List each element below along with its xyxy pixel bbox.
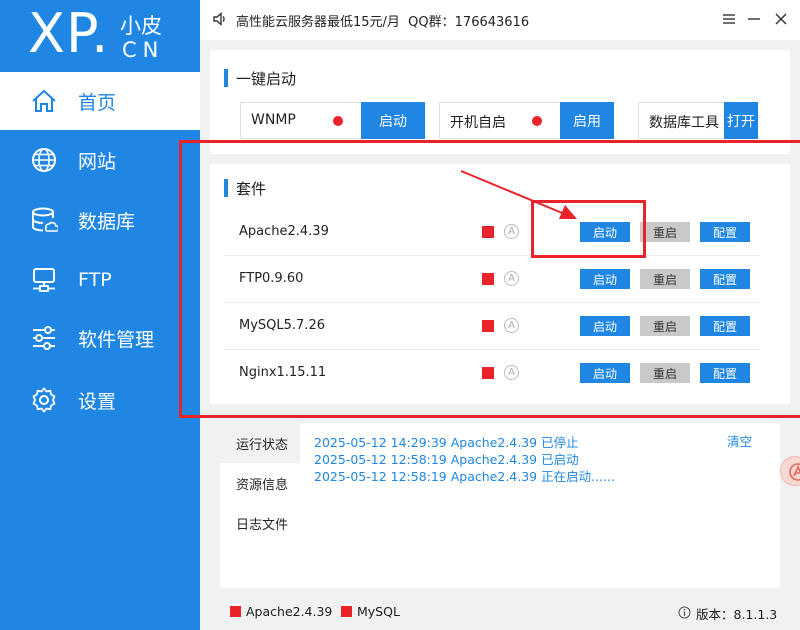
status-bar: Apache2.4.39 MySQL 版本：8.1.1.3 bbox=[200, 592, 800, 630]
sidebar-item-home[interactable]: 首页 bbox=[0, 72, 200, 130]
minimize-icon[interactable] bbox=[745, 10, 763, 28]
sidebar-item-label: 软件管理 bbox=[78, 328, 155, 351]
sidebar-item-database[interactable]: 数据库 bbox=[0, 191, 200, 249]
autostart-enable-button[interactable]: 启用 bbox=[560, 102, 614, 139]
status-dot bbox=[333, 116, 343, 126]
quickstart-label: 开机自启 bbox=[450, 115, 506, 131]
ftp-server-icon bbox=[30, 266, 58, 294]
annotation-arrow-icon bbox=[460, 170, 577, 219]
sidebar-item-label: 数据库 bbox=[78, 210, 136, 233]
speaker-icon bbox=[212, 11, 228, 31]
sidebar-item-label: 网站 bbox=[78, 150, 117, 173]
home-icon bbox=[30, 87, 58, 115]
top-bar: 高性能云服务器最低15元/月 QQ群：176643616 bbox=[200, 0, 800, 40]
notice-text[interactable]: 高性能云服务器最低15元/月 QQ群：176643616 bbox=[236, 11, 529, 30]
quickstart-label: 数据库工具 bbox=[649, 115, 719, 131]
sidebar-item-settings[interactable]: 设置 bbox=[0, 371, 200, 429]
app-logo: XP. 小皮 CN bbox=[0, 0, 200, 70]
mysql-status-indicator bbox=[341, 606, 352, 617]
dbtool-open-button[interactable]: 打开 bbox=[724, 102, 758, 139]
logo-small-text: 小皮 bbox=[120, 14, 162, 38]
database-icon bbox=[30, 206, 58, 234]
quickstart-label: WNMP bbox=[251, 112, 296, 128]
logo-text: XP. bbox=[28, 2, 110, 65]
quickstart-autostart: 开机自启 启用 bbox=[439, 102, 614, 139]
tab-run-status[interactable]: 运行状态 bbox=[220, 423, 300, 463]
sidebar-item-label: 设置 bbox=[78, 390, 117, 413]
clear-log-button[interactable]: 清空 bbox=[727, 431, 752, 450]
globe-icon bbox=[30, 146, 58, 174]
quickstart-wnmp: WNMP 启动 bbox=[240, 102, 425, 139]
sidebar-item-software[interactable]: 软件管理 bbox=[0, 309, 200, 367]
status-apache: Apache2.4.39 bbox=[246, 604, 333, 619]
sidebar-item-website[interactable]: 网站 bbox=[0, 131, 200, 189]
gear-icon bbox=[30, 386, 58, 414]
menu-icon[interactable] bbox=[720, 10, 738, 28]
sidebar: XP. 小皮 CN 首页 网站 数据库 FTP 软件管理 设置 bbox=[0, 0, 200, 630]
log-line: 2025-05-12 12:58:19 Apache2.4.39 正在启动...… bbox=[314, 469, 615, 484]
version-text: 版本：8.1.1.3 bbox=[696, 607, 778, 622]
close-icon[interactable] bbox=[772, 10, 790, 28]
tab-log-files[interactable]: 日志文件 bbox=[220, 503, 300, 543]
sliders-icon bbox=[30, 324, 58, 352]
wnmp-start-button[interactable]: 启动 bbox=[361, 102, 425, 139]
apache-status-indicator bbox=[230, 606, 241, 617]
sidebar-item-label: FTP bbox=[78, 269, 112, 291]
logo-cn-text: CN bbox=[122, 38, 165, 62]
info-icon bbox=[678, 604, 691, 623]
status-mysql: MySQL bbox=[357, 604, 400, 619]
sidebar-item-ftp[interactable]: FTP bbox=[0, 251, 200, 309]
sidebar-item-label: 首页 bbox=[78, 91, 117, 114]
status-dot bbox=[532, 116, 542, 126]
floating-widget-icon[interactable] bbox=[780, 456, 800, 486]
tab-resource-info[interactable]: 资源信息 bbox=[220, 463, 300, 503]
quickstart-dbtool: 数据库工具 打开 bbox=[638, 102, 758, 139]
quickstart-title: 一键启动 bbox=[224, 68, 296, 89]
